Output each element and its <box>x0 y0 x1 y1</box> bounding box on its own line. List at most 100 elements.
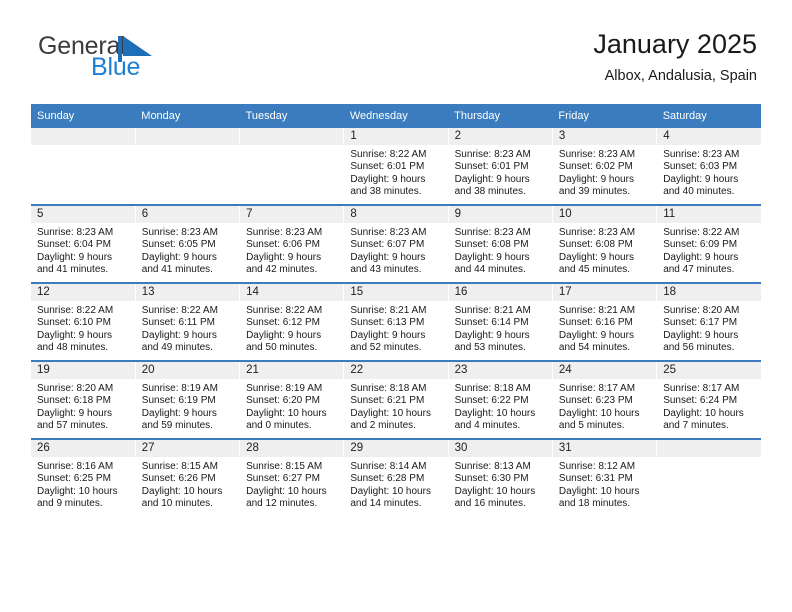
calendar-day-cell[interactable]: 18 Sunrise: 8:20 AM Sunset: 6:17 PM Dayligh… <box>656 282 761 361</box>
weekday-header-friday: Friday <box>552 104 657 128</box>
daylight-duration-line1: Daylight: 10 hours <box>141 485 223 497</box>
sunset-time: Sunset: 6:13 PM <box>350 317 425 329</box>
day-details: Sunrise: 8:23 AM Sunset: 6:01 PM Daylight:… <box>449 145 552 199</box>
day-details: Sunrise: 8:23 AM Sunset: 6:08 PM Daylight:… <box>553 223 656 277</box>
sunrise-time: Sunrise: 8:16 AM <box>37 461 114 472</box>
calendar-day-cell[interactable]: 29 Sunrise: 8:14 AM Sunset: 6:28 PM Dayligh… <box>343 438 449 516</box>
sunset-time: Sunset: 6:20 PM <box>246 395 320 407</box>
daylight-duration-line1: Daylight: 9 hours <box>558 173 634 185</box>
calendar-day-cell[interactable]: 2 Sunrise: 8:23 AM Sunset: 6:01 PM Daylight… <box>447 128 553 205</box>
daylight-duration-line2: and 41 minutes. <box>141 264 213 276</box>
daylight-duration-line2: and 44 minutes. <box>454 264 526 276</box>
blue-flag-triangle-icon <box>118 36 154 62</box>
brand-logo[interactable]: General Blue <box>35 28 295 88</box>
day-number: 31 <box>552 440 657 457</box>
sunrise-time: Sunrise: 8:13 AM <box>454 461 531 472</box>
calendar-day-cell[interactable]: 5 Sunrise: 8:23 AM Sunset: 6:04 PM Daylight… <box>31 204 136 283</box>
calendar-day-cell[interactable]: 23 Sunrise: 8:18 AM Sunset: 6:22 PM Dayligh… <box>447 360 553 439</box>
sunset-time: Sunset: 6:11 PM <box>141 317 215 329</box>
calendar-day-cell[interactable]: 27 Sunrise: 8:15 AM Sunset: 6:26 PM Dayligh… <box>134 438 240 516</box>
day-details: Sunrise: 8:23 AM Sunset: 6:02 PM Daylight:… <box>553 145 656 199</box>
day-number: 17 <box>552 284 657 301</box>
day-number: 9 <box>448 206 552 223</box>
day-number: 16 <box>448 284 552 301</box>
daylight-duration-line2: and 14 minutes. <box>350 498 422 510</box>
daylight-duration-line2: and 57 minutes. <box>37 420 109 432</box>
calendar-day-cell[interactable]: 21 Sunrise: 8:19 AM Sunset: 6:20 PM Dayligh… <box>239 360 344 439</box>
day-details: Sunrise: 8:23 AM Sunset: 6:07 PM Daylight:… <box>344 223 447 277</box>
calendar-day-cell[interactable]: 7 Sunrise: 8:23 AM Sunset: 6:06 PM Daylight… <box>239 204 344 283</box>
calendar-day-cell[interactable]: 25 Sunrise: 8:17 AM Sunset: 6:24 PM Dayligh… <box>656 360 761 439</box>
sunrise-time: Sunrise: 8:12 AM <box>558 461 636 472</box>
calendar-day-cell[interactable]: 17 Sunrise: 8:21 AM Sunset: 6:16 PM Dayligh… <box>551 282 657 361</box>
sunrise-time: Sunrise: 8:15 AM <box>141 461 218 472</box>
calendar-day-cell[interactable]: 3 Sunrise: 8:23 AM Sunset: 6:02 PM Daylight… <box>551 128 657 205</box>
day-details: Sunrise: 8:23 AM Sunset: 6:06 PM Daylight:… <box>240 223 343 277</box>
day-cell-content: 5 Sunrise: 8:23 AM Sunset: 6:04 PM Daylight… <box>31 206 135 282</box>
sunset-time: Sunset: 6:08 PM <box>454 239 529 251</box>
day-number: 8 <box>344 206 448 223</box>
calendar-day-cell[interactable]: 20 Sunrise: 8:19 AM Sunset: 6:19 PM Dayligh… <box>134 360 240 439</box>
calendar-grid: Sunday Monday Tuesday Wednesday Thursday… <box>31 104 761 516</box>
calendar-day-cell[interactable]: 31 Sunrise: 8:12 AM Sunset: 6:31 PM Dayligh… <box>551 438 657 516</box>
day-number: 28 <box>240 440 344 457</box>
day-number: 3 <box>552 128 657 145</box>
calendar-day-cell[interactable]: 15 Sunrise: 8:21 AM Sunset: 6:13 PM Dayligh… <box>343 282 449 361</box>
daylight-duration-line1: Daylight: 9 hours <box>350 251 426 263</box>
sunrise-time: Sunrise: 8:23 AM <box>37 227 114 238</box>
page-title: January 2025 <box>593 29 757 59</box>
day-number <box>240 128 344 145</box>
daylight-duration-line1: Daylight: 10 hours <box>558 407 640 419</box>
daylight-duration-line1: Daylight: 9 hours <box>37 407 113 419</box>
sunrise-time: Sunrise: 8:23 AM <box>454 227 531 238</box>
calendar-day-cell[interactable]: 22 Sunrise: 8:18 AM Sunset: 6:21 PM Dayligh… <box>343 360 449 439</box>
sunset-time: Sunset: 6:02 PM <box>558 161 633 173</box>
sunset-time: Sunset: 6:05 PM <box>141 239 216 251</box>
calendar-day-cell[interactable]: 14 Sunrise: 8:22 AM Sunset: 6:12 PM Dayligh… <box>239 282 344 361</box>
day-cell-content: 16 Sunrise: 8:21 AM Sunset: 6:14 PM Dayligh… <box>448 284 552 360</box>
daylight-duration-line2: and 0 minutes. <box>246 420 312 432</box>
weekday-header-tuesday: Tuesday <box>239 104 344 128</box>
daylight-duration-line1: Daylight: 10 hours <box>663 407 744 419</box>
day-details: Sunrise: 8:19 AM Sunset: 6:20 PM Daylight:… <box>240 379 343 433</box>
calendar-day-cell[interactable]: 13 Sunrise: 8:22 AM Sunset: 6:11 PM Dayligh… <box>134 282 240 361</box>
day-number: 13 <box>135 284 240 301</box>
calendar-day-cell[interactable]: 4 Sunrise: 8:23 AM Sunset: 6:03 PM Daylight… <box>656 128 761 205</box>
day-cell-content: 27 Sunrise: 8:15 AM Sunset: 6:26 PM Dayligh… <box>135 440 240 516</box>
day-cell-content: 22 Sunrise: 8:18 AM Sunset: 6:21 PM Dayligh… <box>344 362 448 438</box>
calendar-day-cell[interactable]: 19 Sunrise: 8:20 AM Sunset: 6:18 PM Dayligh… <box>31 360 136 439</box>
day-cell-content: 26 Sunrise: 8:16 AM Sunset: 6:25 PM Dayligh… <box>31 440 135 516</box>
sunrise-time: Sunrise: 8:22 AM <box>350 149 427 160</box>
day-details: Sunrise: 8:22 AM Sunset: 6:12 PM Daylight:… <box>240 301 343 355</box>
daylight-duration-line2: and 18 minutes. <box>558 498 631 510</box>
calendar-day-cell[interactable]: 11 Sunrise: 8:22 AM Sunset: 6:09 PM Dayligh… <box>656 204 761 283</box>
calendar-day-cell[interactable]: 9 Sunrise: 8:23 AM Sunset: 6:08 PM Daylight… <box>447 204 553 283</box>
day-details: Sunrise: 8:22 AM Sunset: 6:09 PM Daylight:… <box>657 223 761 277</box>
calendar-day-cell[interactable]: 30 Sunrise: 8:13 AM Sunset: 6:30 PM Dayligh… <box>447 438 553 516</box>
calendar-day-cell[interactable]: 28 Sunrise: 8:15 AM Sunset: 6:27 PM Dayligh… <box>239 438 344 516</box>
calendar-day-cell[interactable]: 26 Sunrise: 8:16 AM Sunset: 6:25 PM Dayligh… <box>31 438 136 516</box>
calendar-day-cell[interactable]: 24 Sunrise: 8:17 AM Sunset: 6:23 PM Dayligh… <box>551 360 657 439</box>
daylight-duration-line1: Daylight: 10 hours <box>454 407 536 419</box>
daylight-duration-line2: and 53 minutes. <box>454 342 526 354</box>
calendar-day-cell[interactable]: 6 Sunrise: 8:23 AM Sunset: 6:05 PM Daylight… <box>134 204 240 283</box>
daylight-duration-line1: Daylight: 9 hours <box>37 329 113 341</box>
day-details: Sunrise: 8:21 AM Sunset: 6:13 PM Daylight:… <box>344 301 447 355</box>
daylight-duration-line2: and 9 minutes. <box>37 498 103 510</box>
sunset-time: Sunset: 6:26 PM <box>141 473 216 485</box>
calendar-day-cell[interactable]: 12 Sunrise: 8:22 AM Sunset: 6:10 PM Dayligh… <box>31 282 136 361</box>
day-cell-content: 17 Sunrise: 8:21 AM Sunset: 6:16 PM Dayligh… <box>552 284 657 360</box>
day-details: Sunrise: 8:23 AM Sunset: 6:05 PM Daylight:… <box>136 223 239 277</box>
calendar-day-cell[interactable]: 8 Sunrise: 8:23 AM Sunset: 6:07 PM Daylight… <box>343 204 449 283</box>
daylight-duration-line2: and 39 minutes. <box>558 186 631 198</box>
day-details: Sunrise: 8:20 AM Sunset: 6:18 PM Daylight:… <box>31 379 135 433</box>
calendar-day-cell[interactable]: 10 Sunrise: 8:23 AM Sunset: 6:08 PM Dayligh… <box>551 204 657 283</box>
daylight-duration-line1: Daylight: 9 hours <box>454 251 530 263</box>
calendar-day-cell[interactable]: 1 Sunrise: 8:22 AM Sunset: 6:01 PM Daylight… <box>343 128 449 205</box>
day-number: 15 <box>344 284 448 301</box>
sunrise-time: Sunrise: 8:14 AM <box>350 461 427 472</box>
calendar-day-cell[interactable]: 16 Sunrise: 8:21 AM Sunset: 6:14 PM Dayligh… <box>447 282 553 361</box>
day-cell-content: 7 Sunrise: 8:23 AM Sunset: 6:06 PM Daylight… <box>240 206 344 282</box>
day-number: 19 <box>31 362 135 379</box>
daylight-duration-line2: and 38 minutes. <box>454 186 526 198</box>
